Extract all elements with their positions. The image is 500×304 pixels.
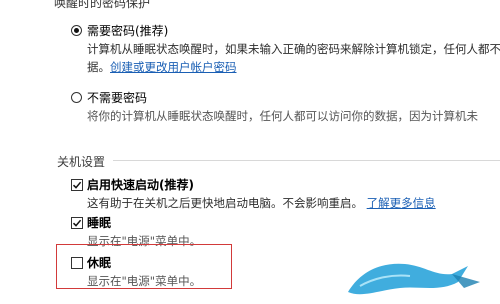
no-password-desc: 将你的计算机从睡眠状态唤醒时，任何人都可以访问你的数据，因为计算机未	[87, 109, 478, 123]
fast-startup-checkbox[interactable]	[71, 179, 83, 191]
hibernate-desc: 显示在"电源"菜单中。	[87, 274, 202, 288]
require-password-radio[interactable]	[71, 25, 82, 36]
no-password-radio[interactable]	[71, 92, 82, 103]
sleep-checkbox[interactable]	[71, 217, 83, 229]
require-password-desc-line2: 据。创建或更改用户帐户密码	[87, 59, 237, 75]
hibernate-checkbox[interactable]	[71, 257, 83, 269]
learn-more-link[interactable]: 了解更多信息	[367, 196, 436, 210]
checkmark-icon	[72, 181, 82, 189]
no-password-label[interactable]: 不需要密码	[87, 89, 147, 106]
watermark-logo-icon	[348, 263, 480, 295]
require-password-desc-prefix: 据。	[87, 60, 110, 74]
sleep-label[interactable]: 睡眠	[87, 214, 111, 231]
require-password-label[interactable]: 需要密码(推荐)	[87, 22, 168, 39]
create-change-password-link[interactable]: 创建或更改用户帐户密码	[110, 60, 237, 74]
fast-startup-desc: 这有助于在关机之后更快地启动电脑。不会影响重启。 了解更多信息	[87, 195, 436, 211]
fast-startup-desc-text: 这有助于在关机之后更快地启动电脑。不会影响重启。	[87, 196, 363, 210]
shutdown-settings-title: 关机设置	[57, 155, 106, 169]
section-divider	[113, 160, 500, 161]
checkmark-icon	[72, 219, 82, 227]
require-password-desc: 计算机从睡眠状态唤醒时，如果未输入正确的密码来解除计算机锁定，任何人都不	[87, 42, 500, 56]
hibernate-label[interactable]: 休眠	[87, 254, 111, 271]
fast-startup-label[interactable]: 启用快速启动(推荐)	[87, 176, 194, 193]
password-protection-title: 唤醒时的密码保护	[54, 0, 151, 10]
